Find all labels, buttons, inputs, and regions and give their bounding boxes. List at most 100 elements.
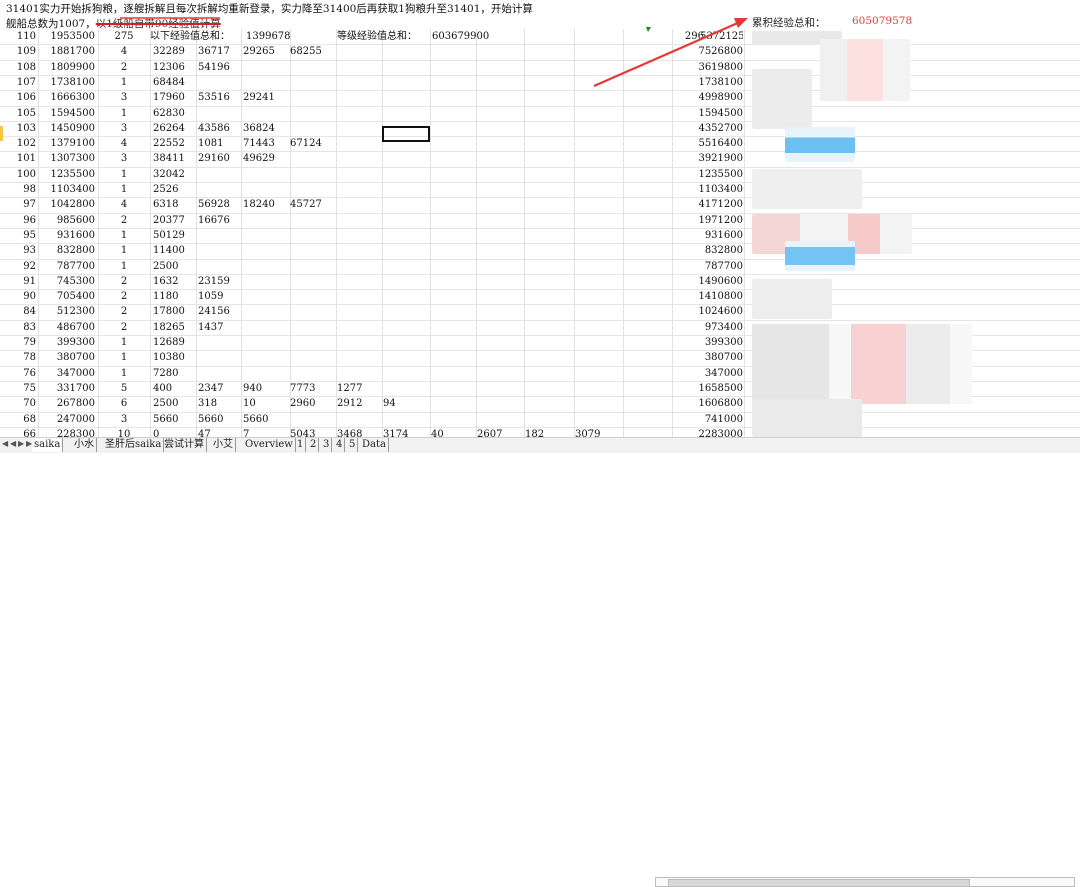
cell-level[interactable]: 100 [2, 167, 36, 182]
cell-count[interactable]: 3 [100, 90, 148, 105]
cell-count[interactable]: 1 [100, 106, 148, 121]
cell-count[interactable]: 4 [100, 44, 148, 59]
cell-exp-value[interactable]: 1437 [198, 320, 242, 335]
cell-total[interactable]: 745300 [40, 274, 95, 289]
cell-level[interactable]: 105 [2, 106, 36, 121]
spreadsheet-grid[interactable]: 110 1953500 275 以下经验值总和： 1399678 等级经验值总和… [0, 29, 1080, 437]
cell-count[interactable]: 4 [100, 136, 148, 151]
cell-exp-value[interactable]: 940 [243, 381, 287, 396]
cell-exp-value[interactable]: 17960 [153, 90, 197, 105]
cell-count[interactable]: 3 [100, 151, 148, 166]
cell-count[interactable]: 1 [100, 243, 148, 258]
sheet-tab[interactable]: 小艾 [211, 438, 236, 452]
cell-level-sum-value[interactable]: 603679900 [432, 29, 489, 44]
cell-exp-value[interactable]: 2500 [153, 259, 197, 274]
sheet-tab[interactable]: 小水 [72, 438, 97, 452]
cell-exp-value[interactable]: 400 [153, 381, 197, 396]
cell-level[interactable]: 108 [2, 60, 36, 75]
cell-exp-value[interactable]: 38411 [153, 151, 197, 166]
cell-level-sum-label[interactable]: 等级经验值总和： [337, 29, 417, 44]
cell-exp-value[interactable]: 16676 [198, 213, 242, 228]
cell-exp-value[interactable]: 68255 [290, 44, 334, 59]
cell-row-total[interactable]: 741000 [690, 412, 743, 427]
next-sheet-icon[interactable]: ▶ [18, 439, 24, 448]
cell-total[interactable]: 380700 [40, 350, 95, 365]
cell-exp-value[interactable]: 2912 [337, 396, 381, 411]
sheet-tab[interactable]: Data [360, 438, 389, 452]
cell-total[interactable]: 512300 [40, 304, 95, 319]
cell-level[interactable]: 110 [2, 29, 36, 44]
prev-sheet-icon[interactable]: ◀ [10, 439, 16, 448]
cell-exp-value[interactable]: 36824 [243, 121, 287, 136]
sheet-tab[interactable]: 3 [321, 438, 333, 452]
cell-level[interactable]: 103 [2, 121, 36, 136]
cell-row-total[interactable]: 1606800 [690, 396, 743, 411]
cell-exp-value[interactable]: 6318 [153, 197, 197, 212]
first-sheet-icon[interactable]: ◀ [2, 439, 8, 448]
cell-exp-value[interactable]: 10380 [153, 350, 197, 365]
cell-count[interactable]: 6 [100, 396, 148, 411]
cell-level[interactable]: 83 [2, 320, 36, 335]
cell-exp-value[interactable]: 40 [431, 427, 475, 437]
cell-level[interactable]: 70 [2, 396, 36, 411]
cell-exp-value[interactable]: 26264 [153, 121, 197, 136]
cell-level[interactable]: 90 [2, 289, 36, 304]
cell-total[interactable]: 1235500 [40, 167, 95, 182]
cell-total[interactable]: 1594500 [40, 106, 95, 121]
cell-level[interactable]: 102 [2, 136, 36, 151]
cell-exp-value[interactable]: 68484 [153, 75, 197, 90]
selected-cell[interactable] [382, 126, 430, 142]
cell-level[interactable]: 78 [2, 350, 36, 365]
cell-row-total[interactable]: 832800 [690, 243, 743, 258]
cell-level[interactable]: 98 [2, 182, 36, 197]
sheet-tab[interactable]: 1 [295, 438, 307, 452]
cell-exp-value[interactable]: 5660 [153, 412, 197, 427]
cell-row-total[interactable]: 4171200 [690, 197, 743, 212]
cell-row-total[interactable]: 1235500 [690, 167, 743, 182]
cell-row-total[interactable]: 3619800 [690, 60, 743, 75]
cell-exp-value[interactable]: 23159 [198, 274, 242, 289]
cell-total[interactable]: 787700 [40, 259, 95, 274]
cell-total[interactable]: 985600 [40, 213, 95, 228]
cell-exp-value[interactable]: 50129 [153, 228, 197, 243]
cell-exp-value[interactable]: 318 [198, 396, 242, 411]
sheet-tab[interactable]: 5 [347, 438, 359, 452]
cell-total[interactable]: 228300 [40, 427, 95, 437]
cell-row-total[interactable]: 1738100 [690, 75, 743, 90]
cell-exp-value[interactable]: 1081 [198, 136, 242, 151]
cell-exp-value[interactable]: 47 [198, 427, 242, 437]
cell-total[interactable]: 1953500 [40, 29, 95, 44]
cell-count[interactable]: 3 [100, 412, 148, 427]
cell-q[interactable]: 296 [644, 29, 704, 44]
cell-exp-value[interactable]: 12306 [153, 60, 197, 75]
cell-count[interactable]: 2 [100, 213, 148, 228]
cell-level[interactable]: 106 [2, 90, 36, 105]
cell-row-total[interactable]: 973400 [690, 320, 743, 335]
cell-total[interactable]: 399300 [40, 335, 95, 350]
cell-exp-value[interactable]: 71443 [243, 136, 287, 151]
cell-total[interactable]: 486700 [40, 320, 95, 335]
cell-exp-value[interactable]: 29265 [243, 44, 287, 59]
cell-count[interactable]: 1 [100, 335, 148, 350]
cell-count[interactable]: 3 [100, 121, 148, 136]
cell-exp-value[interactable]: 17800 [153, 304, 197, 319]
cell-exp-value[interactable]: 45727 [290, 197, 334, 212]
cell-count[interactable]: 275 [100, 29, 148, 44]
cell-level[interactable]: 75 [2, 381, 36, 396]
cell-total[interactable]: 331700 [40, 381, 95, 396]
cell-total[interactable]: 832800 [40, 243, 95, 258]
cell-total[interactable]: 267800 [40, 396, 95, 411]
cell-row-total[interactable]: 1410800 [690, 289, 743, 304]
cell-exp-value[interactable]: 24156 [198, 304, 242, 319]
cell-level[interactable]: 92 [2, 259, 36, 274]
cell-exp-value[interactable]: 67124 [290, 136, 334, 151]
cell-row-total[interactable]: 1024600 [690, 304, 743, 319]
cell-count[interactable]: 2 [100, 304, 148, 319]
cell-exp-value[interactable]: 1180 [153, 289, 197, 304]
cell-count[interactable]: 1 [100, 259, 148, 274]
cell-count[interactable]: 4 [100, 197, 148, 212]
cell-exp-value[interactable]: 5660 [243, 412, 287, 427]
cell-row-total[interactable]: 1490600 [690, 274, 743, 289]
cell-level[interactable]: 101 [2, 151, 36, 166]
cell-exp-value[interactable]: 29241 [243, 90, 287, 105]
